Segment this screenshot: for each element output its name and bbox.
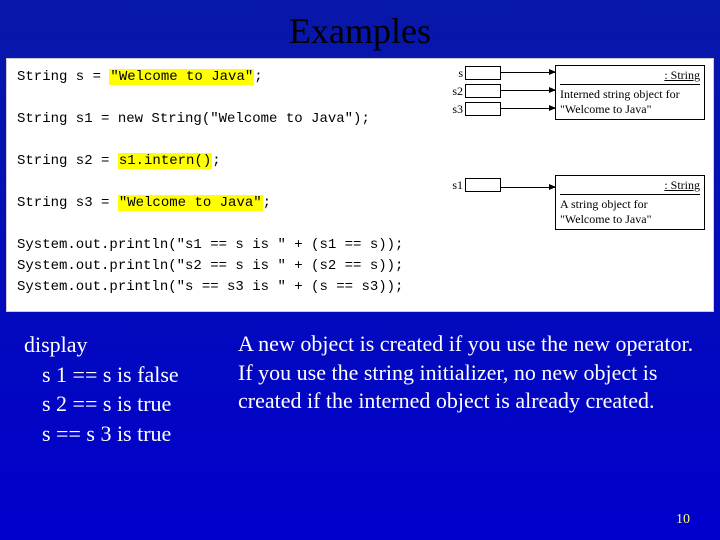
- code-block: String s = "Welcome to Java"; String s1 …: [17, 67, 403, 298]
- obj2-body: A string object for "Welcome to Java": [560, 197, 700, 227]
- arrow-s1: [501, 187, 555, 188]
- var-s-label: s: [445, 66, 463, 81]
- diagram: s s2 s3 : String Interned string object …: [445, 65, 705, 195]
- arrow-s: [501, 72, 555, 73]
- page-title: Examples: [0, 0, 720, 58]
- code-l4-highlight: "Welcome to Java": [118, 195, 263, 211]
- explanation: A new object is created if you use the n…: [238, 330, 696, 449]
- code-l6: System.out.println("s2 == s is " + (s2 =…: [17, 258, 403, 274]
- display-r3: s == s 3 is true: [24, 419, 214, 449]
- code-l1-highlight: "Welcome to Java": [109, 69, 254, 85]
- new-string-object: : String A string object for "Welcome to…: [555, 175, 705, 230]
- code-l3-highlight: s1.intern(): [118, 153, 212, 169]
- var-s2-label: s2: [445, 84, 463, 99]
- code-l5: System.out.println("s1 == s is " + (s1 =…: [17, 237, 403, 253]
- obj2-header: : String: [560, 178, 700, 195]
- explain-p1: A new object is created if you use the n…: [238, 330, 696, 359]
- display-output: display s 1 == s is false s 2 == s is tr…: [24, 330, 214, 449]
- display-r1: s 1 == s is false: [24, 360, 214, 390]
- var-s1-label: s1: [445, 178, 463, 193]
- code-l3c: ;: [212, 153, 220, 169]
- var-s3-label: s3: [445, 102, 463, 117]
- code-l7: System.out.println("s == s3 is " + (s ==…: [17, 279, 403, 295]
- code-l4a: String s3 =: [17, 195, 118, 211]
- var-s1-box: [465, 178, 501, 192]
- interned-string-object: : String Interned string object for "Wel…: [555, 65, 705, 120]
- code-l4c: ;: [263, 195, 271, 211]
- code-l1c: ;: [254, 69, 262, 85]
- arrow-s2: [501, 90, 555, 91]
- code-l3a: String s2 =: [17, 153, 118, 169]
- page-number: 10: [676, 512, 690, 528]
- display-heading: display: [24, 330, 214, 360]
- bottom-text: display s 1 == s is false s 2 == s is tr…: [0, 312, 720, 449]
- obj1-body: Interned string object for "Welcome to J…: [560, 87, 700, 117]
- var-s2-box: [465, 84, 501, 98]
- obj1-header: : String: [560, 68, 700, 85]
- code-diagram-panel: String s = "Welcome to Java"; String s1 …: [6, 58, 714, 312]
- explain-p2: If you use the string initializer, no ne…: [238, 359, 696, 416]
- var-s-box: [465, 66, 501, 80]
- display-r2: s 2 == s is true: [24, 389, 214, 419]
- code-l1a: String s =: [17, 69, 109, 85]
- var-s3-box: [465, 102, 501, 116]
- code-l2: String s1 = new String("Welcome to Java"…: [17, 111, 370, 127]
- arrow-s3: [501, 108, 555, 109]
